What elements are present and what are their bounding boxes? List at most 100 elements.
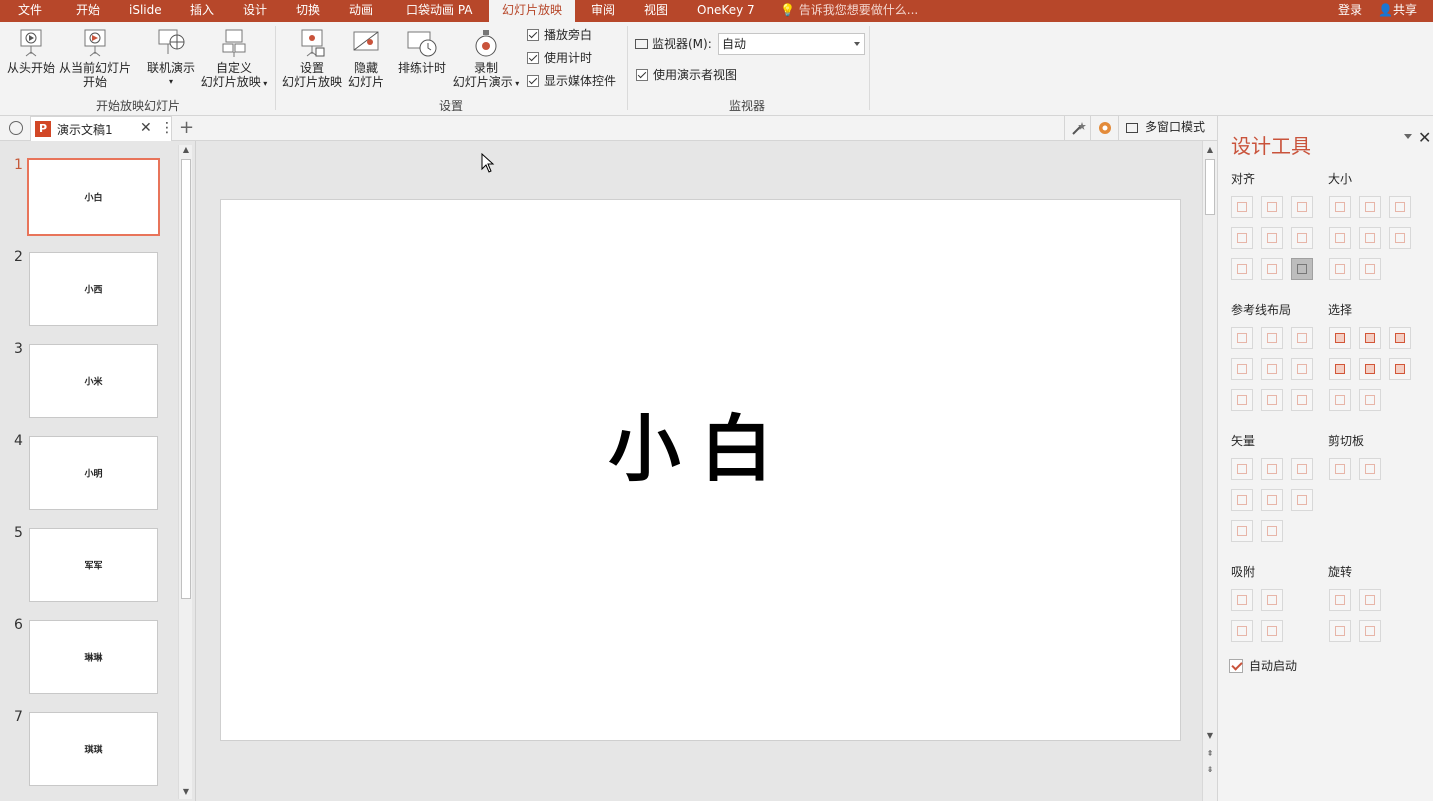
- rotate-horizontal-icon[interactable]: [1359, 589, 1381, 611]
- tab-slideshow[interactable]: 幻灯片放映: [489, 0, 576, 22]
- magic-select-icon[interactable]: [1389, 327, 1411, 349]
- text-to-shape-icon[interactable]: [1231, 520, 1253, 542]
- more-options-icon[interactable]: ⋮: [160, 120, 174, 136]
- scroll-down-icon[interactable]: ▼: [1203, 731, 1217, 740]
- snap-right-icon[interactable]: [1261, 589, 1283, 611]
- align-center-icon[interactable]: [1261, 196, 1283, 218]
- select-front-icon[interactable]: [1329, 358, 1351, 380]
- tab-insert[interactable]: 插入: [190, 0, 214, 22]
- shape-combine-icon[interactable]: [1261, 458, 1283, 480]
- new-tab-icon[interactable]: +: [179, 117, 194, 138]
- select-invert-icon[interactable]: [1359, 389, 1381, 411]
- shape-union-icon[interactable]: [1231, 458, 1253, 480]
- copy-icon[interactable]: [1329, 458, 1351, 480]
- pane-options-icon[interactable]: [1404, 134, 1412, 139]
- show-media-controls-checkbox[interactable]: 显示媒体控件: [527, 74, 616, 88]
- slide-thumbnail-6[interactable]: 琳琳: [29, 620, 158, 694]
- close-pane-icon[interactable]: ✕: [1418, 128, 1431, 147]
- record-slideshow-button[interactable]: 录制 幻灯片演示 ▾: [450, 28, 522, 91]
- rotate-vertical-icon[interactable]: [1329, 589, 1351, 611]
- stretch-left-icon[interactable]: [1329, 258, 1351, 280]
- swap-size-icon[interactable]: [1389, 227, 1411, 249]
- align-left-icon[interactable]: [1231, 196, 1253, 218]
- from-current-button[interactable]: 从当前幻灯片 开始: [58, 28, 132, 89]
- edit-points-icon[interactable]: [1261, 520, 1283, 542]
- guide-width-icon[interactable]: [1231, 389, 1253, 411]
- shape-intersect-icon[interactable]: [1231, 489, 1253, 511]
- presenter-view-checkbox[interactable]: 使用演示者视图: [636, 68, 737, 82]
- select-same-icon[interactable]: [1329, 327, 1351, 349]
- history-icon[interactable]: [9, 121, 23, 135]
- tab-design[interactable]: 设计: [243, 0, 267, 22]
- slide-thumbnail-1[interactable]: 小白: [27, 158, 160, 236]
- align-grid-icon[interactable]: [1291, 258, 1313, 280]
- rehearse-timings-button[interactable]: 排练计时: [396, 28, 448, 75]
- flip-vertical-icon[interactable]: [1329, 620, 1351, 642]
- same-width-icon[interactable]: [1329, 196, 1351, 218]
- pointer-select-icon[interactable]: [1389, 358, 1411, 380]
- shape-fragment-icon[interactable]: [1291, 458, 1313, 480]
- snap-left-icon[interactable]: [1231, 589, 1253, 611]
- previous-slide-icon[interactable]: ⇞: [1203, 749, 1217, 758]
- tab-animations[interactable]: 动画: [349, 0, 373, 22]
- slide-thumbnail-4[interactable]: 小明: [29, 436, 158, 510]
- distribute-horizontal-icon[interactable]: [1231, 258, 1253, 280]
- scroll-up-icon[interactable]: ▲: [179, 145, 193, 154]
- slide-thumbnail-7[interactable]: 琪琪: [29, 712, 158, 786]
- scrollbar-thumb[interactable]: [1205, 159, 1215, 215]
- stretch-right-icon[interactable]: [1359, 258, 1381, 280]
- setup-slideshow-button[interactable]: 设置 幻灯片放映: [280, 28, 344, 89]
- auto-start-checkbox[interactable]: 自动启动: [1229, 657, 1297, 674]
- multi-window-button[interactable]: 多窗口模式: [1118, 116, 1205, 141]
- align-middle-icon[interactable]: [1261, 227, 1283, 249]
- monitor-select[interactable]: 自动: [718, 33, 865, 55]
- guide-height-icon[interactable]: [1261, 389, 1283, 411]
- slide-thumbnail-3[interactable]: 小米: [29, 344, 158, 418]
- paste-icon[interactable]: [1359, 458, 1381, 480]
- gear-icon[interactable]: [1090, 116, 1118, 141]
- distribute-vertical-icon[interactable]: [1261, 258, 1283, 280]
- shape-subtract-icon[interactable]: [1261, 489, 1283, 511]
- share-button[interactable]: 👤共享: [1378, 0, 1417, 20]
- custom-slideshow-button[interactable]: 自定义 幻灯片放映 ▾: [198, 28, 270, 91]
- close-tab-icon[interactable]: ✕: [140, 120, 152, 136]
- online-present-button[interactable]: 联机演示 ▾: [144, 28, 198, 89]
- stretch-bottom-icon[interactable]: [1359, 227, 1381, 249]
- shape-outline-icon[interactable]: [1291, 489, 1313, 511]
- document-tab[interactable]: P 演示文稿1 ✕ ⋮: [30, 116, 174, 141]
- align-top-icon[interactable]: [1231, 227, 1253, 249]
- tab-onekey[interactable]: OneKey 7: [697, 0, 755, 22]
- tab-file[interactable]: 文件: [18, 0, 42, 22]
- tab-transitions[interactable]: 切换: [296, 0, 320, 22]
- align-bottom-icon[interactable]: [1291, 227, 1313, 249]
- tab-home[interactable]: 开始: [76, 0, 100, 22]
- scroll-up-icon[interactable]: ▲: [1203, 145, 1217, 154]
- login-link[interactable]: 登录: [1338, 0, 1362, 20]
- stretch-top-icon[interactable]: [1329, 227, 1351, 249]
- guide-left-icon[interactable]: [1231, 327, 1253, 349]
- magic-wand-icon[interactable]: [1064, 116, 1090, 141]
- guide-center-icon[interactable]: [1261, 327, 1283, 349]
- scrollbar-thumb[interactable]: [181, 159, 191, 599]
- tab-islide[interactable]: iSlide: [129, 0, 162, 22]
- play-narration-checkbox[interactable]: 播放旁白: [527, 28, 592, 42]
- snap-bottom-icon[interactable]: [1261, 620, 1283, 642]
- slide-thumbnail-2[interactable]: 小西: [29, 252, 158, 326]
- thumbnail-scrollbar[interactable]: ▲ ▼: [178, 145, 192, 799]
- guide-grid-icon[interactable]: [1291, 389, 1313, 411]
- from-start-button[interactable]: 从头开始: [6, 28, 56, 75]
- select-group-icon[interactable]: [1329, 389, 1351, 411]
- scroll-down-icon[interactable]: ▼: [179, 787, 193, 796]
- select-back-icon[interactable]: [1359, 358, 1381, 380]
- current-slide[interactable]: 小白: [220, 199, 1181, 741]
- snap-top-icon[interactable]: [1231, 620, 1253, 642]
- editor-scrollbar[interactable]: ▲ ▼ ⇞ ⇟: [1202, 141, 1217, 801]
- guide-bottom-icon[interactable]: [1291, 358, 1313, 380]
- slide-title-text[interactable]: 小白: [221, 390, 1180, 495]
- tab-review[interactable]: 审阅: [591, 0, 615, 22]
- same-height-icon[interactable]: [1359, 196, 1381, 218]
- guide-middle-icon[interactable]: [1261, 358, 1283, 380]
- same-size-icon[interactable]: [1389, 196, 1411, 218]
- slide-thumbnail-5[interactable]: 军军: [29, 528, 158, 602]
- hide-slide-button[interactable]: 隐藏 幻灯片: [346, 28, 386, 89]
